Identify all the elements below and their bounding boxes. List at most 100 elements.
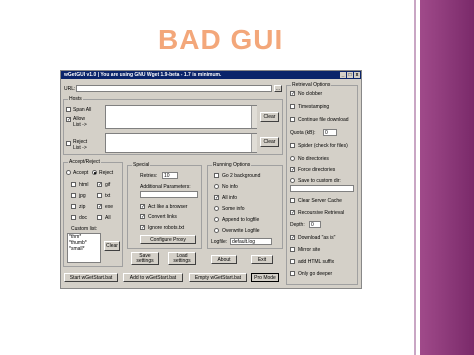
additional-params-label: Additional Parameters:: [140, 184, 191, 190]
reject-list-clear-button[interactable]: Clear: [260, 137, 279, 147]
save-custom-dir-label: Save to custom dir:: [298, 178, 341, 184]
minimize-button[interactable]: _: [340, 72, 346, 78]
app-window: wGetGUI v1.0 | You are using GNU Wget 1.…: [60, 70, 362, 289]
close-button[interactable]: x: [354, 72, 360, 78]
only-go-deeper-label: Only go deeper: [298, 271, 333, 277]
logfile-input[interactable]: default.log: [230, 238, 272, 245]
custom-dir-input[interactable]: [290, 185, 354, 192]
load-settings-button[interactable]: Load settings: [168, 252, 196, 265]
overwrite-logfile-label: Overwrite Logfile: [222, 228, 260, 234]
no-directories-radio[interactable]: [290, 156, 295, 161]
allow-list-scrollbar[interactable]: [251, 106, 257, 128]
span-all-checkbox[interactable]: [66, 107, 71, 112]
accept-label: Accept: [73, 170, 89, 176]
convert-links-label: Convert links: [148, 214, 177, 220]
no-clobber-label: No clobber: [298, 91, 323, 97]
force-directories-label: Force directories: [298, 167, 336, 173]
running-options-group-title: Running Options: [212, 162, 252, 168]
additional-params-input[interactable]: [140, 191, 198, 198]
reject-list-checkbox[interactable]: [66, 141, 71, 146]
type-all-checkbox[interactable]: [97, 215, 102, 220]
side-bar: [420, 0, 474, 355]
download-asis-label: Download "as is": [298, 235, 336, 241]
continue-download-checkbox[interactable]: [290, 117, 295, 122]
slide-title: BAD GUI: [158, 24, 284, 55]
no-clobber-checkbox[interactable]: ✓: [290, 91, 295, 97]
side-line: [414, 0, 416, 355]
span-all-label: Span All: [73, 107, 92, 113]
no-info-radio[interactable]: [214, 184, 219, 189]
accept-radio[interactable]: [66, 170, 71, 175]
maximize-button[interactable]: □: [347, 72, 353, 78]
save-settings-button[interactable]: Save settings: [131, 252, 159, 265]
some-info-radio[interactable]: [214, 206, 219, 211]
accept-reject-group-title: Accept/Reject: [68, 159, 101, 165]
allow-list-checkbox[interactable]: ✓: [66, 117, 71, 123]
go2bg-checkbox[interactable]: [214, 173, 219, 178]
no-info-label: No info: [222, 184, 238, 190]
only-go-deeper-checkbox[interactable]: [290, 271, 295, 276]
special-group-title: Special: [132, 162, 151, 168]
reject-radio[interactable]: [92, 170, 97, 175]
custom-list-clear-button[interactable]: Clear: [104, 241, 120, 251]
pro-mode-button[interactable]: Pro Mode: [251, 273, 279, 282]
reject-list-scrollbar[interactable]: [251, 134, 257, 152]
go2bg-label: Go 2 background: [222, 173, 261, 179]
allow-list-textarea[interactable]: [105, 105, 257, 129]
depth-input[interactable]: 0: [309, 221, 321, 228]
start-wgetstart-button[interactable]: Start wGetStart.bat: [64, 273, 118, 282]
all-info-label: All info: [222, 195, 238, 201]
type-doc-checkbox[interactable]: [71, 215, 76, 220]
ignore-robots-checkbox[interactable]: ✓: [140, 225, 145, 231]
url-input[interactable]: [76, 85, 272, 92]
clear-server-cache-checkbox[interactable]: [290, 198, 295, 203]
reject-list-label: Reject List ->: [73, 139, 88, 151]
url-browse-button[interactable]: ...: [274, 85, 282, 92]
exit-button[interactable]: Exit: [251, 255, 273, 264]
add-html-suffix-checkbox[interactable]: [290, 259, 295, 264]
force-directories-checkbox[interactable]: ✓: [290, 167, 295, 173]
title-bar: wGetGUI v1.0 | You are using GNU Wget 1.…: [61, 71, 361, 79]
type-gif-checkbox[interactable]: ✓: [97, 182, 102, 188]
type-jpg-checkbox[interactable]: [71, 193, 76, 198]
type-all-label: All: [105, 215, 111, 221]
reject-label: Reject: [99, 170, 114, 176]
save-custom-dir-radio[interactable]: [290, 178, 295, 183]
type-jpg-label: jpg: [79, 193, 86, 199]
type-gif-label: gif: [105, 182, 111, 188]
retries-input[interactable]: 10: [162, 172, 178, 179]
type-txt-checkbox[interactable]: [97, 193, 102, 198]
type-zip-checkbox[interactable]: [71, 204, 76, 209]
convert-links-checkbox[interactable]: ✓: [140, 214, 145, 220]
timestamping-checkbox[interactable]: [290, 104, 295, 109]
type-zip-label: zip: [79, 204, 86, 210]
add-wgetstart-button[interactable]: Add to wGetStart.bat: [123, 273, 183, 282]
retrieval-options-group-title: Retrieval Options: [291, 82, 332, 88]
mirror-site-checkbox[interactable]: [290, 247, 295, 252]
mirror-site-label: Mirror site: [298, 247, 321, 253]
custom-list-textarea[interactable]: *thm* *thumb* *small*: [67, 233, 101, 263]
some-info-label: Some info: [222, 206, 245, 212]
continue-download-label: Continue file download: [298, 117, 349, 123]
download-asis-checkbox[interactable]: ✓: [290, 235, 295, 241]
quota-input[interactable]: 0: [323, 129, 337, 136]
recursive-label: Recoursive Retrieval: [298, 210, 345, 216]
hosts-group-title: Hosts: [68, 96, 83, 102]
append-logfile-radio[interactable]: [214, 217, 219, 222]
all-info-checkbox[interactable]: ✓: [214, 195, 219, 201]
act-like-browser-label: Act like a browser: [148, 204, 188, 210]
type-exe-checkbox[interactable]: ✓: [97, 204, 102, 210]
window-title: wGetGUI v1.0 | You are using GNU Wget 1.…: [64, 72, 222, 78]
recursive-checkbox[interactable]: ✓: [290, 210, 295, 216]
type-doc-label: doc: [79, 215, 88, 221]
empty-wgetstart-button[interactable]: Empty wGetStart.bat: [189, 273, 247, 282]
quota-label: Quota (kB):: [290, 130, 316, 136]
about-button[interactable]: About: [211, 255, 237, 264]
act-like-browser-checkbox[interactable]: ✓: [140, 204, 145, 210]
spider-checkbox[interactable]: [290, 143, 295, 148]
type-html-checkbox[interactable]: [71, 182, 76, 187]
overwrite-logfile-radio[interactable]: [214, 228, 219, 233]
reject-list-textarea[interactable]: [105, 133, 257, 153]
allow-list-clear-button[interactable]: Clear: [260, 112, 279, 122]
configure-proxy-button[interactable]: Configure Proxy: [140, 235, 196, 244]
